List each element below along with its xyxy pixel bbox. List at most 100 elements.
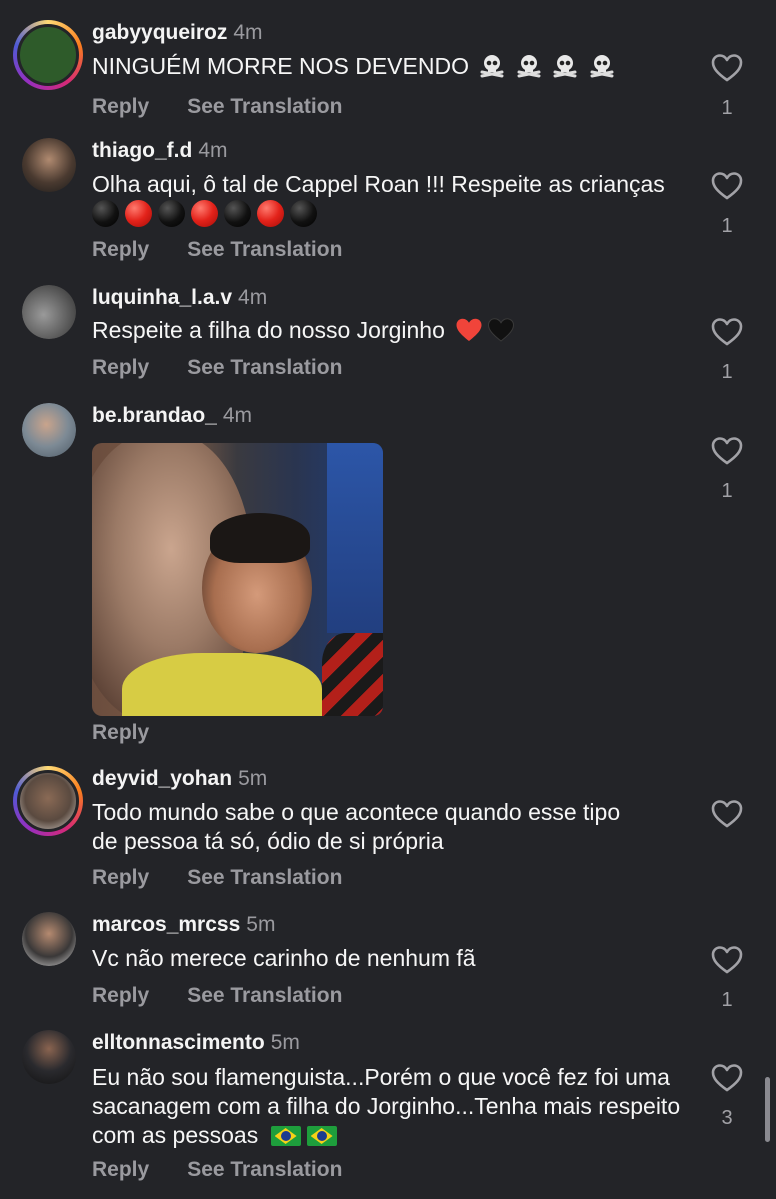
black-circle-icon — [158, 200, 185, 227]
like-count: 1 — [721, 480, 733, 502]
comment-header: deyvid_yohan 5m — [92, 766, 267, 792]
black-heart-icon — [488, 318, 515, 342]
comment-actions: Reply See Translation — [92, 238, 380, 262]
flag-brazil-icon — [270, 1126, 301, 1146]
avatar-image — [17, 24, 79, 86]
comment-body: Vc não merece carinho de nenhum fã — [92, 945, 476, 971]
comment-body: Respeite a filha do nosso Jorginho — [92, 317, 445, 343]
heart-icon[interactable] — [711, 945, 743, 975]
comment-header: be.brandao_ 4m — [92, 403, 252, 429]
timestamp: 5m — [270, 1031, 300, 1054]
skull-crossbones-icon — [517, 55, 541, 78]
comment-text: NINGUÉM MORRE NOS DEVENDO — [92, 52, 682, 81]
black-circle-icon — [290, 200, 317, 227]
avatar[interactable] — [22, 912, 76, 966]
avatar[interactable] — [13, 766, 83, 836]
timestamp: 4m — [233, 21, 263, 44]
avatar-image — [22, 403, 76, 457]
comment-header: gabyyqueiroz 4m — [92, 20, 263, 46]
skull-crossbones-icon — [553, 55, 577, 78]
flag-brazil-icon — [306, 1126, 337, 1146]
image-hair — [210, 513, 310, 563]
comment-body: Todo mundo sabe o que acontece quando es… — [92, 799, 621, 854]
like-count: 1 — [721, 97, 733, 119]
like-control: 1 — [707, 171, 747, 238]
timestamp: 4m — [222, 404, 253, 427]
comment-body: Olha aqui, ô tal de Cappel Roan !!! Resp… — [92, 171, 665, 197]
comment-actions: Reply See Translation — [92, 95, 380, 119]
username[interactable]: be.brandao_ — [92, 404, 217, 427]
avatar-image — [22, 1030, 76, 1084]
comment-header: elltonnascimento 5m — [92, 1030, 300, 1056]
comment-text: Respeite a filha do nosso Jorginho — [92, 316, 682, 345]
comment-actions: Reply See Translation — [92, 356, 380, 380]
see-translation-button[interactable]: See Translation — [187, 95, 342, 118]
avatar[interactable] — [13, 20, 83, 90]
comment-text: Eu não sou flamenguista...Porém o que vo… — [92, 1063, 692, 1150]
avatar-image — [22, 285, 76, 339]
reply-button[interactable]: Reply — [92, 95, 149, 118]
skull-crossbones-icon — [480, 55, 504, 78]
comment-actions: Reply See Translation — [92, 1158, 380, 1182]
like-control — [707, 799, 747, 829]
timestamp: 5m — [246, 913, 276, 936]
avatar[interactable] — [22, 138, 76, 192]
heart-icon[interactable] — [711, 1063, 743, 1093]
red-circle-icon — [257, 200, 284, 227]
comment-image[interactable] — [92, 443, 383, 716]
reply-button[interactable]: Reply — [92, 866, 149, 889]
reply-button[interactable]: Reply — [92, 356, 149, 379]
heart-icon[interactable] — [711, 799, 743, 829]
comment-header: marcos_mrcss 5m — [92, 912, 275, 938]
see-translation-button[interactable]: See Translation — [187, 356, 342, 379]
see-translation-button[interactable]: See Translation — [187, 984, 342, 1007]
black-circle-icon — [224, 200, 251, 227]
reply-button[interactable]: Reply — [92, 721, 149, 744]
avatar[interactable] — [22, 403, 76, 457]
avatar-image — [17, 770, 79, 832]
like-control: 1 — [707, 53, 747, 120]
red-circle-icon — [191, 200, 218, 227]
username[interactable]: luquinha_l.a.v — [92, 286, 232, 309]
reply-button[interactable]: Reply — [92, 1158, 149, 1181]
username[interactable]: gabyyqueiroz — [92, 21, 227, 44]
avatar-image — [22, 912, 76, 966]
like-count: 1 — [721, 989, 733, 1011]
avatar-image — [22, 138, 76, 192]
image-shirt — [122, 653, 322, 716]
username[interactable]: deyvid_yohan — [92, 767, 232, 790]
avatar[interactable] — [22, 285, 76, 339]
username[interactable]: thiago_f.d — [92, 139, 192, 162]
timestamp: 5m — [238, 767, 268, 790]
skull-crossbones-icon — [590, 55, 614, 78]
image-background — [327, 443, 383, 633]
heart-icon[interactable] — [711, 317, 743, 347]
avatar[interactable] — [22, 1030, 76, 1084]
timestamp: 4m — [198, 139, 228, 162]
username[interactable]: elltonnascimento — [92, 1031, 265, 1054]
username[interactable]: marcos_mrcss — [92, 913, 240, 936]
comment-text: Vc não merece carinho de nenhum fã — [92, 944, 682, 973]
red-heart-icon — [456, 318, 482, 341]
see-translation-button[interactable]: See Translation — [187, 1158, 342, 1181]
reply-button[interactable]: Reply — [92, 984, 149, 1007]
see-translation-button[interactable]: See Translation — [187, 866, 342, 889]
heart-icon[interactable] — [711, 171, 743, 201]
like-control: 3 — [707, 1063, 747, 1130]
comment-header: luquinha_l.a.v 4m — [92, 285, 267, 311]
comment-actions: Reply — [92, 721, 187, 745]
comment-header: thiago_f.d 4m — [92, 138, 228, 164]
like-count: 1 — [721, 215, 733, 237]
like-count: 1 — [721, 361, 733, 383]
scrollbar[interactable] — [765, 1077, 770, 1142]
reply-button[interactable]: Reply — [92, 238, 149, 261]
comment-text: Todo mundo sabe o que acontece quando es… — [92, 798, 652, 856]
comment-actions: Reply See Translation — [92, 866, 380, 890]
heart-icon[interactable] — [711, 53, 743, 83]
comment-body: Eu não sou flamenguista...Porém o que vo… — [92, 1064, 681, 1148]
like-control: 1 — [707, 317, 747, 384]
heart-icon[interactable] — [711, 436, 743, 466]
like-control: 1 — [707, 436, 747, 503]
see-translation-button[interactable]: See Translation — [187, 238, 342, 261]
black-circle-icon — [92, 200, 119, 227]
